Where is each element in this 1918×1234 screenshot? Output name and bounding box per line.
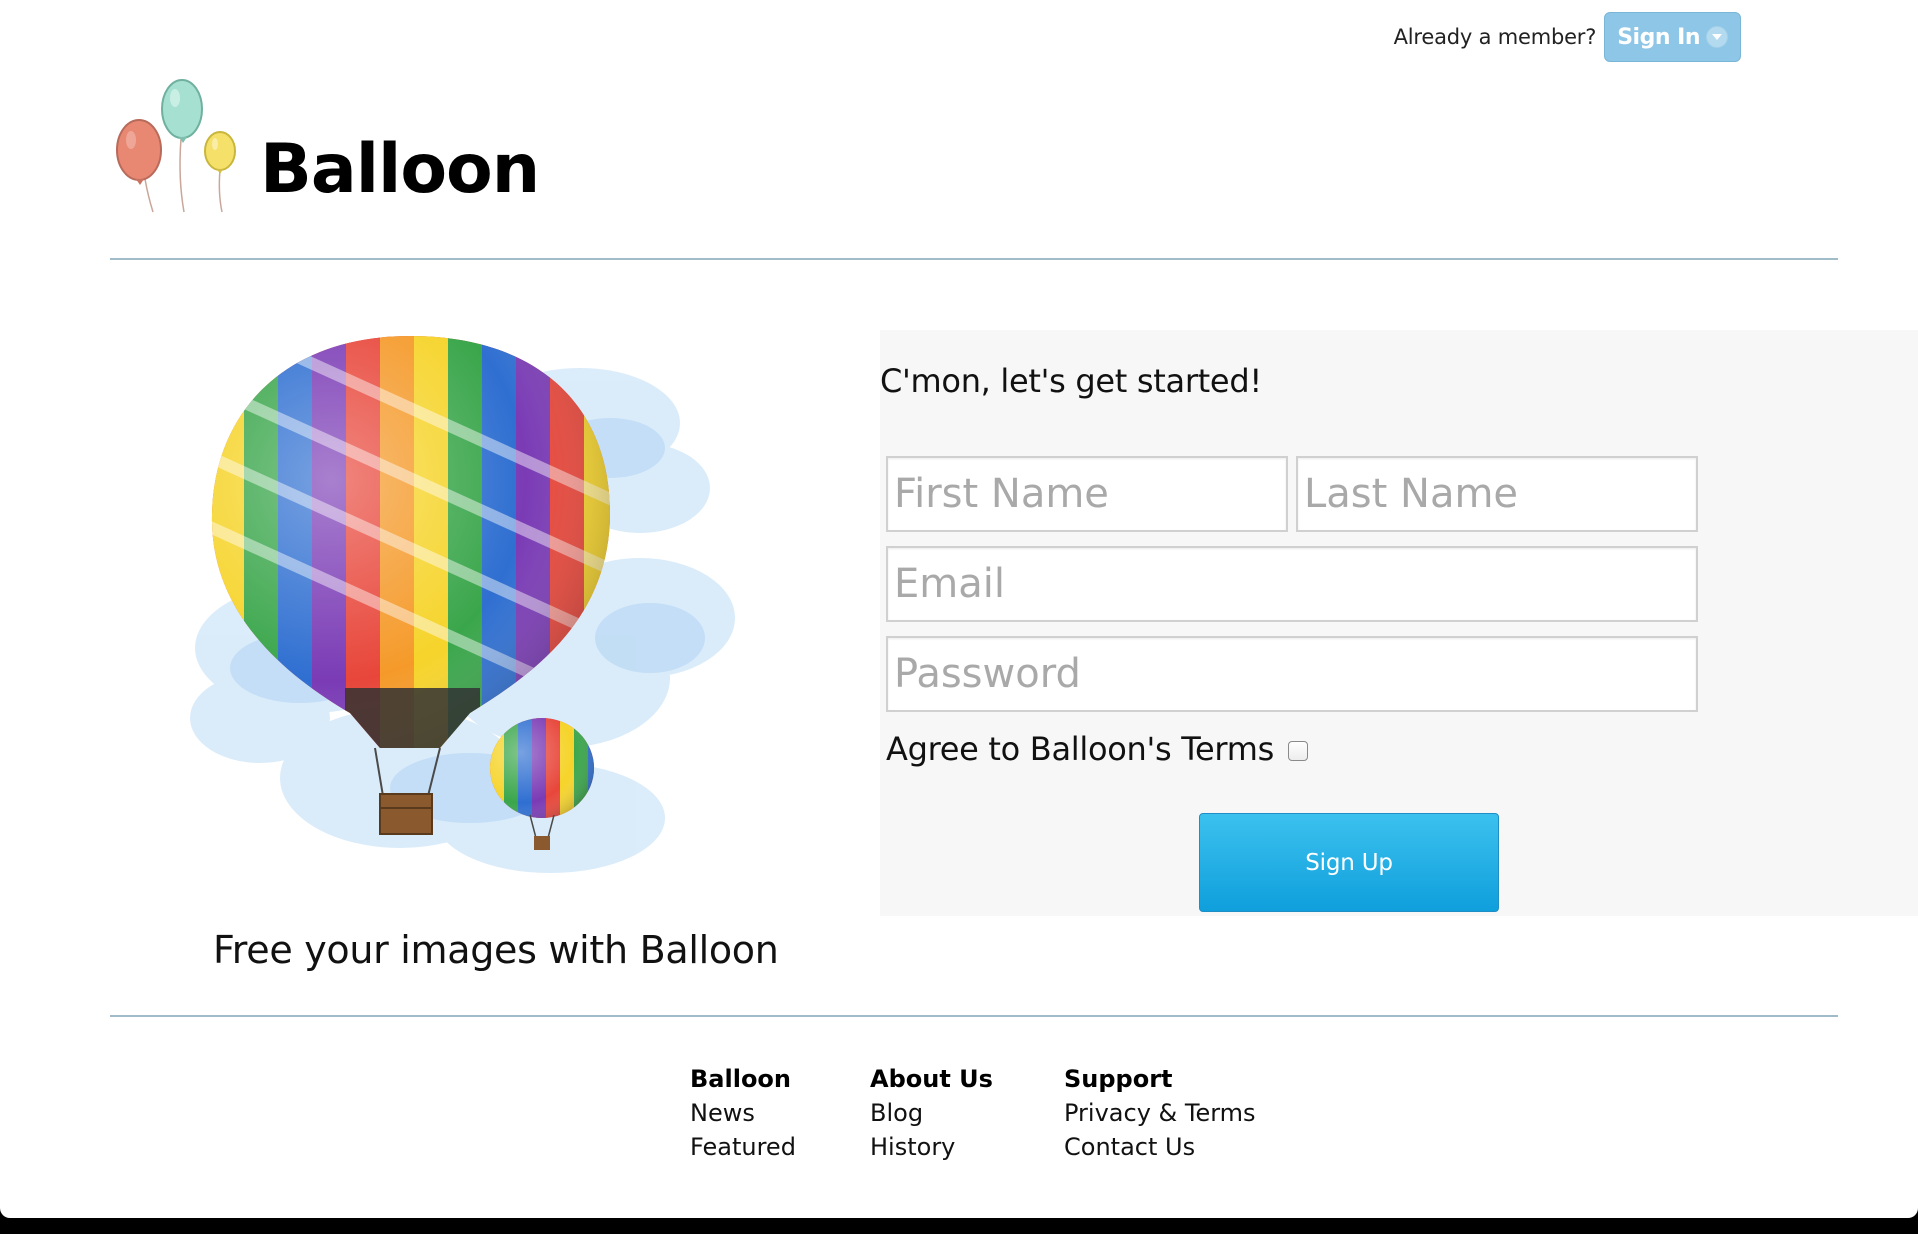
signup-button[interactable]: Sign Up xyxy=(1199,813,1499,912)
footer-column-support: Support Privacy & Terms Contact Us xyxy=(1064,1062,1304,1164)
footer: Balloon News Featured About Us Blog Hist… xyxy=(690,1062,1304,1164)
brand-name: Balloon xyxy=(260,130,540,209)
terms-label: Agree to Balloon's Terms xyxy=(886,730,1274,768)
password-input[interactable] xyxy=(886,636,1698,712)
footer-heading: About Us xyxy=(870,1065,993,1093)
footer-divider xyxy=(110,1015,1838,1017)
signup-page: Already a member? Sign In Balloon Free y… xyxy=(0,0,1918,1218)
footer-column-balloon: Balloon News Featured xyxy=(690,1062,870,1164)
member-bar: Already a member? Sign In xyxy=(1394,12,1741,62)
footer-link-history[interactable]: History xyxy=(870,1130,1064,1164)
footer-column-about: About Us Blog History xyxy=(870,1062,1064,1164)
chevron-down-icon xyxy=(1706,26,1728,48)
footer-link-featured[interactable]: Featured xyxy=(690,1130,870,1164)
terms-checkbox[interactable] xyxy=(1287,741,1308,761)
hero-tagline: Free your images with Balloon xyxy=(213,928,779,972)
signup-heading: C'mon, let's get started! xyxy=(880,362,1262,400)
footer-link-contact-us[interactable]: Contact Us xyxy=(1064,1130,1304,1164)
signin-button[interactable]: Sign In xyxy=(1604,12,1741,62)
header-divider xyxy=(110,258,1838,260)
terms-row: Agree to Balloon's Terms xyxy=(886,730,1308,768)
signin-label: Sign In xyxy=(1617,24,1700,50)
brand[interactable]: Balloon xyxy=(108,78,540,213)
last-name-input[interactable] xyxy=(1296,456,1698,532)
footer-heading: Balloon xyxy=(690,1065,792,1093)
footer-link-news[interactable]: News xyxy=(690,1096,870,1130)
footer-heading: Support xyxy=(1064,1065,1173,1093)
signup-button-label: Sign Up xyxy=(1305,849,1393,876)
footer-link-privacy-terms[interactable]: Privacy & Terms xyxy=(1064,1096,1304,1130)
footer-link-blog[interactable]: Blog xyxy=(870,1096,1064,1130)
member-prompt: Already a member? xyxy=(1393,25,1597,49)
email-input[interactable] xyxy=(886,546,1698,622)
first-name-input[interactable] xyxy=(886,456,1288,532)
balloons-logo-icon xyxy=(116,79,236,213)
hot-air-balloon-illustration xyxy=(190,336,735,873)
signup-form: C'mon, let's get started! Agree to Ballo… xyxy=(880,330,1918,916)
